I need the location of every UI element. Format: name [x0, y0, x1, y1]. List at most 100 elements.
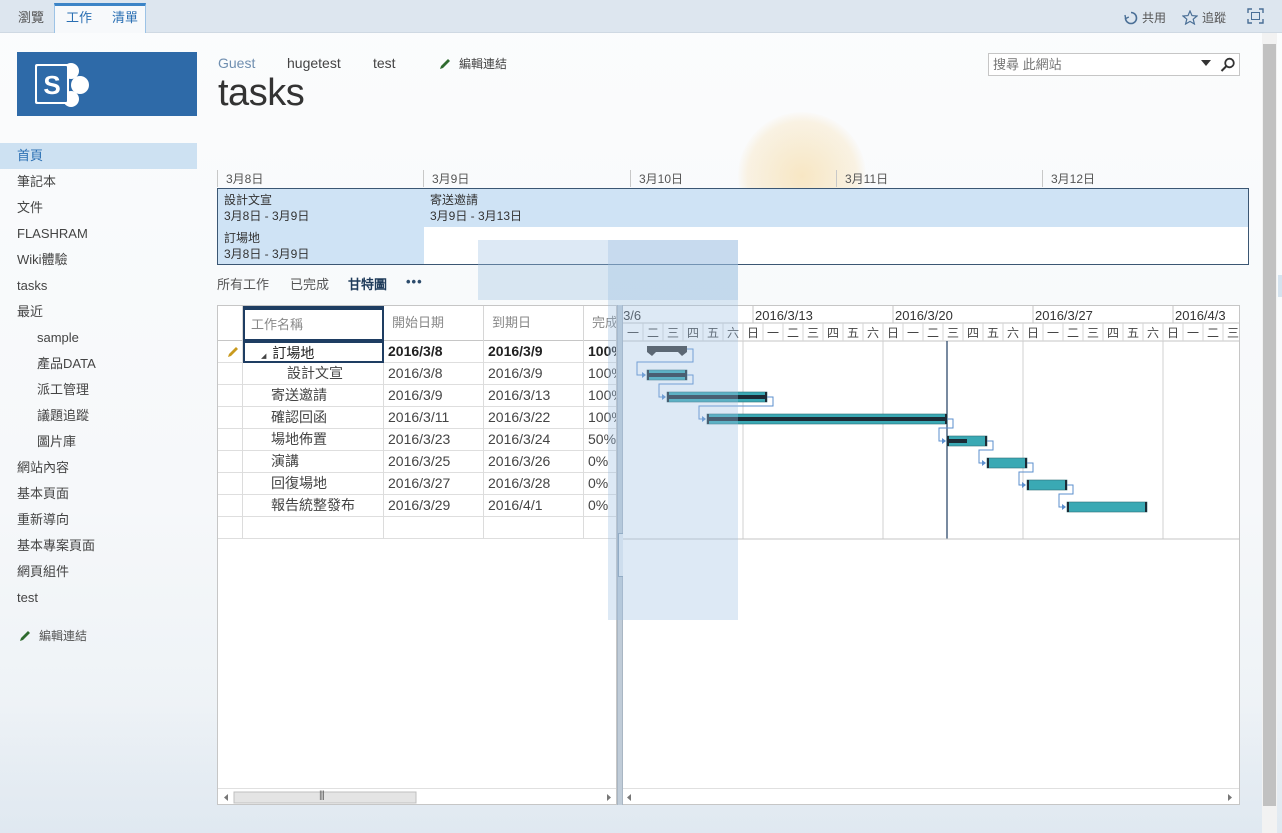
- sidebar-item[interactable]: 派工管理: [0, 377, 197, 403]
- focus-on-content-button[interactable]: [1247, 8, 1264, 24]
- more-views-button[interactable]: •••: [406, 274, 423, 289]
- cell-due[interactable]: 2016/3/24: [484, 429, 584, 451]
- cell-due[interactable]: 2016/3/22: [484, 407, 584, 429]
- cell-start[interactable]: [384, 517, 484, 539]
- column-header-start[interactable]: 開始日期: [384, 306, 484, 341]
- sidebar-item[interactable]: 網站內容: [0, 455, 197, 481]
- table-row[interactable]: 回復場地 2016/3/27 2016/3/28 0%: [218, 473, 616, 495]
- sidebar-item[interactable]: 網頁組件: [0, 559, 197, 585]
- table-row-empty[interactable]: [218, 517, 616, 539]
- cell-due[interactable]: 2016/3/28: [484, 473, 584, 495]
- sidebar-item[interactable]: Wiki體驗: [0, 247, 197, 273]
- cell-pct[interactable]: 0%: [584, 451, 616, 473]
- page-scrollbar-thumb[interactable]: [1263, 44, 1276, 806]
- follow-button[interactable]: 追蹤: [1182, 9, 1226, 26]
- cell-name[interactable]: 設計文宣: [243, 363, 384, 385]
- sidebar-item[interactable]: 最近: [0, 299, 197, 325]
- tab-browse[interactable]: 瀏覽: [18, 0, 44, 33]
- column-header-complete[interactable]: 完成: [584, 306, 616, 341]
- gantt-bar-end-cap: [1145, 502, 1147, 512]
- gantt-task-bar[interactable]: [1066, 501, 1148, 513]
- cell-name[interactable]: 報告統整發布: [243, 495, 384, 517]
- nav-edit-links[interactable]: 編輯連結: [18, 627, 87, 644]
- sidebar-item[interactable]: 文件: [0, 195, 197, 221]
- table-row[interactable]: 設計文宣 2016/3/82016/3/9100%: [218, 363, 616, 385]
- gantt-task-bar[interactable]: [986, 457, 1028, 469]
- sidebar-item[interactable]: 重新導向: [0, 507, 197, 533]
- cell-due[interactable]: 2016/3/26: [484, 451, 584, 473]
- sidebar-item[interactable]: 產品DATA: [0, 351, 197, 377]
- column-header-due[interactable]: 到期日: [484, 306, 584, 341]
- view-gantt[interactable]: 甘特圖: [348, 274, 387, 293]
- table-row[interactable]: ◢ 訂場地 2016/3/82016/3/9100%: [218, 341, 616, 363]
- view-all-tasks[interactable]: 所有工作: [217, 274, 269, 293]
- sidebar-item[interactable]: sample: [0, 325, 197, 351]
- sidebar-item[interactable]: 首頁: [0, 143, 197, 169]
- breadcrumb-hugetest[interactable]: hugetest: [287, 55, 341, 71]
- cell-pct[interactable]: 100%: [584, 385, 616, 407]
- sidebar-item[interactable]: 基本專案頁面: [0, 533, 197, 559]
- gantt-task-bar[interactable]: [1026, 479, 1068, 491]
- sharepoint-logo[interactable]: S: [17, 52, 197, 116]
- cell-name[interactable]: [243, 517, 384, 539]
- breadcrumb-test[interactable]: test: [373, 55, 396, 71]
- search-icon[interactable]: [1220, 57, 1236, 73]
- tab-tasks[interactable]: 工作: [66, 0, 92, 33]
- cell-due[interactable]: 2016/3/9: [484, 363, 584, 385]
- task-name: 回復場地: [271, 475, 327, 491]
- table-row[interactable]: 寄送邀請 2016/3/92016/3/13100%: [218, 385, 616, 407]
- cell-pct[interactable]: 50%: [584, 429, 616, 451]
- share-button[interactable]: 共用: [1124, 9, 1166, 26]
- column-header-name[interactable]: 工作名稱: [243, 306, 384, 341]
- cell-pct[interactable]: 100%: [584, 341, 616, 363]
- sidebar-item[interactable]: tasks: [0, 273, 197, 299]
- sidebar-item[interactable]: FLASHRAM: [0, 221, 197, 247]
- cell-due[interactable]: 2016/4/1: [484, 495, 584, 517]
- cell-pct[interactable]: 100%: [584, 363, 616, 385]
- grid-horizontal-scrollbar[interactable]: |||: [218, 788, 616, 804]
- cell-start[interactable]: 2016/3/8: [384, 341, 484, 363]
- cell-name[interactable]: 確認回函: [243, 407, 384, 429]
- collapse-triangle-icon[interactable]: ◢: [261, 353, 266, 360]
- timeline-task[interactable]: 設計文宣 3月8日 - 3月9日: [218, 189, 424, 227]
- table-row[interactable]: 演講 2016/3/25 2016/3/26 0%: [218, 451, 616, 473]
- gantt-horizontal-scrollbar[interactable]: [623, 788, 1239, 804]
- cell-name[interactable]: 回復場地: [243, 473, 384, 495]
- search-input[interactable]: [993, 56, 1193, 73]
- cell-start[interactable]: 2016/3/9: [384, 385, 484, 407]
- sidebar-item[interactable]: 圖片庫: [0, 429, 197, 455]
- cell-pct[interactable]: 0%: [584, 495, 616, 517]
- breadcrumb-guest[interactable]: Guest: [218, 55, 255, 71]
- cell-start[interactable]: 2016/3/11: [384, 407, 484, 429]
- cell-name[interactable]: ◢ 訂場地: [243, 341, 384, 363]
- cell-start[interactable]: 2016/3/8: [384, 363, 484, 385]
- cell-start[interactable]: 2016/3/23: [384, 429, 484, 451]
- cell-name[interactable]: 演講: [243, 451, 384, 473]
- gantt-summary-bar[interactable]: [647, 346, 687, 356]
- cell-start[interactable]: 2016/3/27: [384, 473, 484, 495]
- cell-name[interactable]: 寄送邀請: [243, 385, 384, 407]
- cell-start[interactable]: 2016/3/25: [384, 451, 484, 473]
- chevron-down-icon[interactable]: [1201, 59, 1211, 67]
- table-row[interactable]: 場地佈置 2016/3/23 2016/3/24 50%: [218, 429, 616, 451]
- timeline[interactable]: 3月8日 3月9日 3月10日 3月11日 3月12日 設計文宣 3月8日 - …: [217, 168, 1250, 266]
- cell-due[interactable]: 2016/3/9: [484, 341, 584, 363]
- tab-list[interactable]: 清單: [112, 0, 138, 33]
- sidebar-item[interactable]: 議題追蹤: [0, 403, 197, 429]
- cell-due[interactable]: 2016/3/13: [484, 385, 584, 407]
- cell-pct[interactable]: [584, 517, 616, 539]
- cell-due[interactable]: [484, 517, 584, 539]
- sidebar-item[interactable]: test: [0, 585, 197, 611]
- cell-name[interactable]: 場地佈置: [243, 429, 384, 451]
- top-edit-links[interactable]: 編輯連結: [438, 55, 507, 72]
- view-completed[interactable]: 已完成: [290, 274, 329, 293]
- cell-pct[interactable]: 100%: [584, 407, 616, 429]
- table-row[interactable]: 確認回函 2016/3/112016/3/22100%: [218, 407, 616, 429]
- timeline-task[interactable]: 寄送邀請 3月9日 - 3月13日: [424, 189, 1248, 227]
- sidebar-item[interactable]: 筆記本: [0, 169, 197, 195]
- table-row[interactable]: 報告統整發布 2016/3/29 2016/4/1 0%: [218, 495, 616, 517]
- timeline-task[interactable]: 訂場地 3月8日 - 3月9日: [218, 227, 424, 264]
- cell-start[interactable]: 2016/3/29: [384, 495, 484, 517]
- cell-pct[interactable]: 0%: [584, 473, 616, 495]
- sidebar-item[interactable]: 基本頁面: [0, 481, 197, 507]
